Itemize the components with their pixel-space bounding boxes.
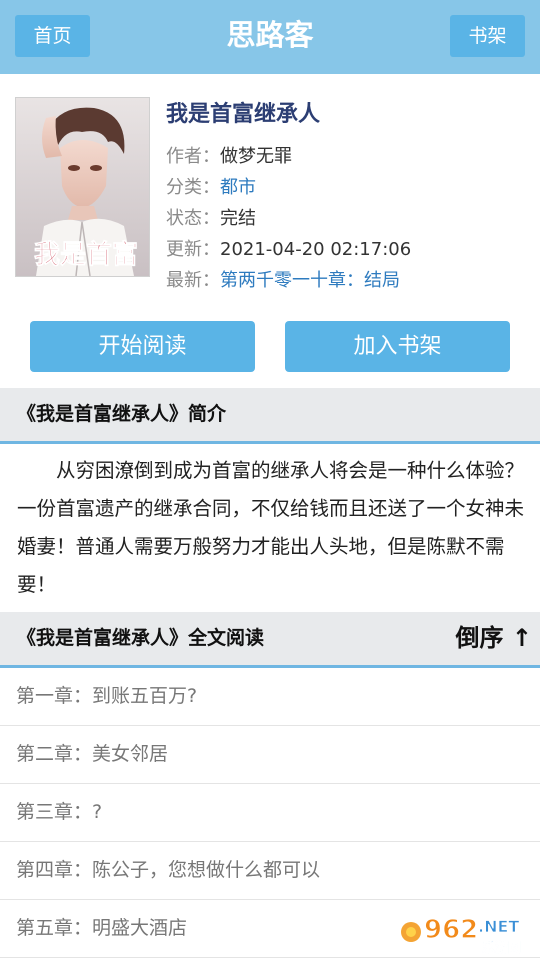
status-row: 状态：完结 xyxy=(166,205,256,233)
updated-label: 更新： xyxy=(166,239,220,260)
intro-section-title: 《我是首富继承人》简介 xyxy=(17,403,227,425)
category-label: 分类： xyxy=(166,177,220,198)
status-value: 完结 xyxy=(220,208,256,229)
svg-text:我是首富: 我是首富 xyxy=(34,239,138,270)
updated-value: 2021-04-20 02:17:06 xyxy=(220,239,412,260)
latest-row: 最新：第两千零一十章：结局 xyxy=(166,267,400,295)
svg-text:962: 962 xyxy=(424,915,478,945)
book-cover[interactable]: 我是首富 xyxy=(15,97,150,277)
author-label: 作者： xyxy=(166,146,220,167)
book-intro-text: 从穷困潦倒到成为首富的继承人将会是一种什么体验？一份首富遗产的继承合同，不仅给钱… xyxy=(17,459,525,596)
updated-row: 更新：2021-04-20 02:17:06 xyxy=(166,236,411,264)
chapter-item[interactable]: 第二章：美女邻居 xyxy=(0,726,540,784)
book-cover-art: 我是首富 xyxy=(16,98,149,276)
chapter-item[interactable]: 第三章：? xyxy=(0,784,540,842)
category-row: 分类：都市 xyxy=(166,174,256,202)
latest-label: 最新： xyxy=(166,270,220,291)
svg-text:乐游网: 乐游网 xyxy=(482,940,521,956)
bookshelf-button[interactable]: 书架 xyxy=(450,15,525,57)
svg-text:.NET: .NET xyxy=(478,917,519,936)
top-header: 首页 思路客 书架 xyxy=(0,0,540,74)
author-value: 做梦无罪 xyxy=(220,146,292,167)
author-row: 作者：做梦无罪 xyxy=(166,143,292,171)
book-title: 我是首富继承人 xyxy=(166,102,321,127)
start-reading-button[interactable]: 开始阅读 xyxy=(30,321,255,372)
watermark-logo-icon: 962 .NET 乐游网 xyxy=(401,914,521,956)
toc-section-title: 《我是首富继承人》全文阅读 xyxy=(17,627,265,649)
sort-order-toggle[interactable]: 倒序 ↑ xyxy=(456,612,532,665)
site-watermark-logo: 962 .NET 乐游网 xyxy=(398,908,536,958)
category-link[interactable]: 都市 xyxy=(220,177,256,198)
toc-section-header: 《我是首富继承人》全文阅读 倒序 ↑ xyxy=(0,612,540,668)
add-to-shelf-button[interactable]: 加入书架 xyxy=(285,321,510,372)
chapter-item[interactable]: 第四章：陈公子，您想做什么都可以 xyxy=(0,842,540,900)
chapter-item[interactable]: 第一章：到账五百万? xyxy=(0,668,540,726)
latest-chapter-link[interactable]: 第两千零一十章：结局 xyxy=(220,270,400,291)
status-label: 状态： xyxy=(166,208,220,229)
intro-section-header: 《我是首富继承人》简介 xyxy=(0,388,540,444)
